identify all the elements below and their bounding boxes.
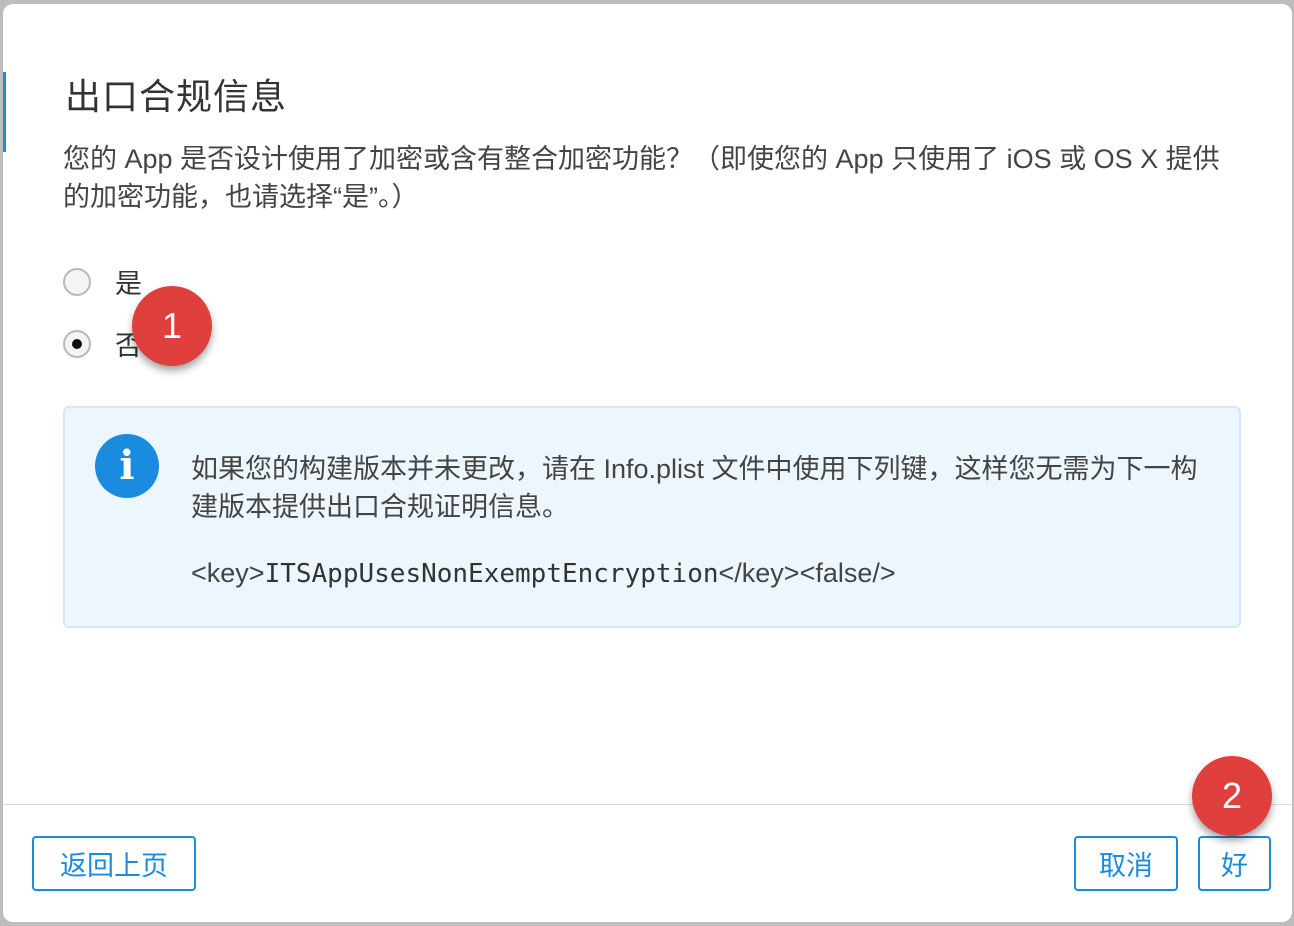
left-accent-bar	[3, 72, 6, 152]
encryption-question: 您的 App 是否设计使用了加密或含有整合加密功能？（即使您的 App 只使用了…	[63, 144, 1220, 212]
step-marker-2: 2	[1192, 756, 1272, 836]
radio-option-no[interactable]: 否	[63, 324, 142, 363]
ok-button[interactable]: 好	[1198, 836, 1271, 891]
export-compliance-dialog: 出口合规信息 您的 App 是否设计使用了加密或含有整合加密功能？（即使您的 A…	[3, 4, 1292, 922]
back-button[interactable]: 返回上页	[32, 836, 196, 891]
info-icon: i	[95, 434, 159, 498]
info-text: 如果您的构建版本并未更改，请在 Info.plist 文件中使用下列键，这样您无…	[191, 454, 1198, 522]
radio-yes-button[interactable]	[63, 267, 91, 296]
radio-option-yes[interactable]: 是	[63, 262, 142, 301]
dialog-title: 出口合规信息	[65, 76, 288, 117]
footer-divider	[3, 804, 1292, 805]
cancel-button[interactable]: 取消	[1074, 836, 1178, 891]
step-marker-1: 1	[132, 286, 212, 366]
plist-key-snippet: <key>ITSAppUsesNonExemptEncryption</key>…	[191, 558, 896, 589]
code-key: ITSAppUsesNonExemptEncryption	[264, 559, 719, 589]
radio-no-button[interactable]	[63, 329, 91, 358]
code-prefix: <key>	[191, 558, 265, 588]
code-suffix: </key><false/>	[718, 558, 896, 588]
info-callout: i 如果您的构建版本并未更改，请在 Info.plist 文件中使用下列键，这样…	[63, 406, 1241, 628]
radio-yes-label: 是	[115, 269, 142, 299]
